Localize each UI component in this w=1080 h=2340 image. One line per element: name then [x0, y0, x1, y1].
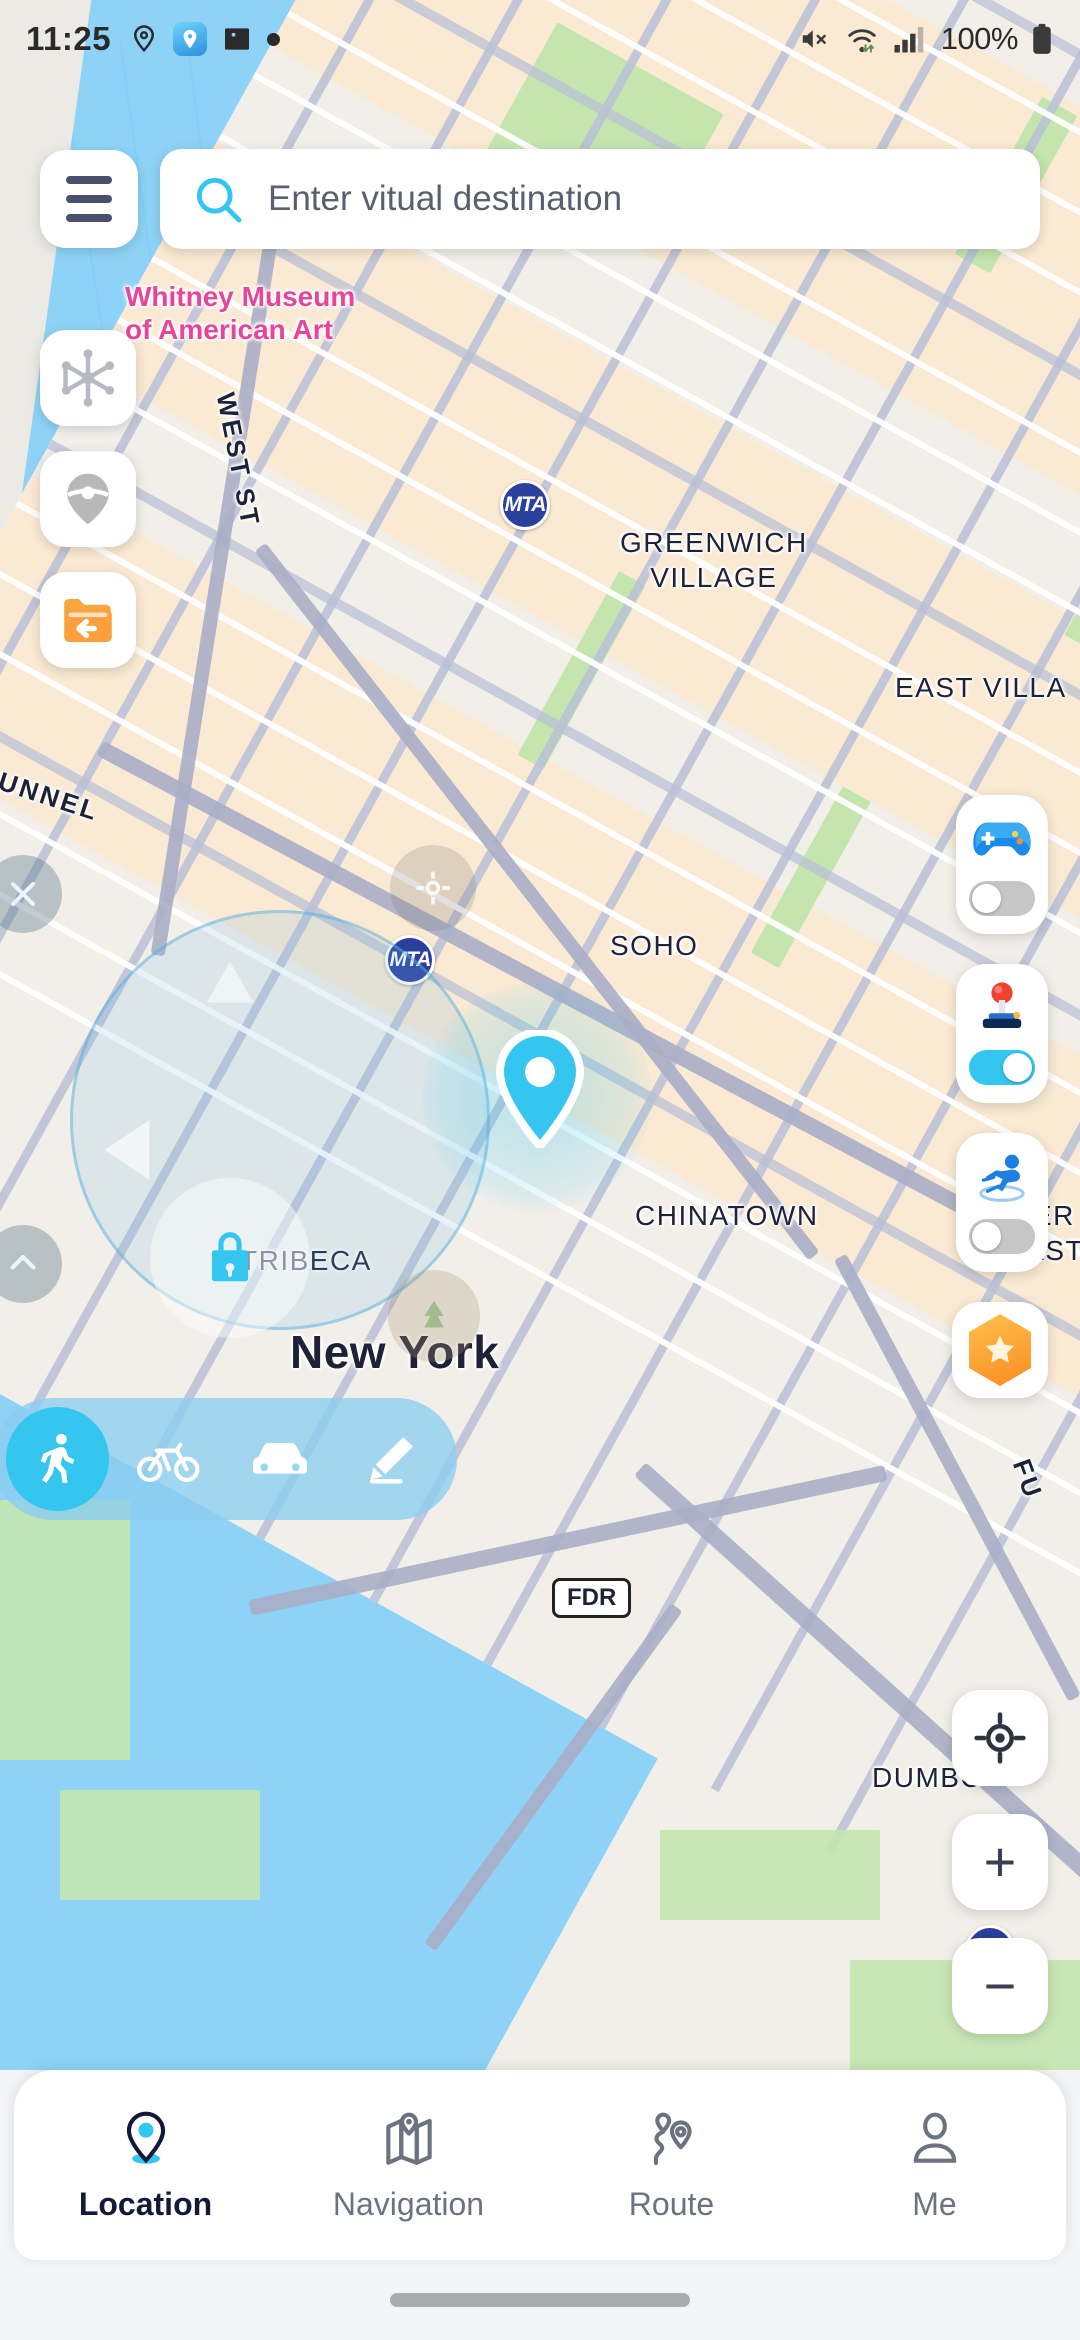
zoom-out-button[interactable]: −: [952, 1938, 1048, 2034]
nav-label-route: Route: [628, 2185, 715, 2222]
car-icon: [253, 1443, 308, 1474]
gamepad-toggle-switch[interactable]: [969, 881, 1035, 916]
snowflake-icon: [61, 349, 115, 407]
search-icon: [196, 177, 242, 223]
joystick-gamepad-toggle[interactable]: [956, 795, 1048, 934]
map-direction-arrow: [195, 950, 265, 1025]
hamburger-menu-icon: [66, 176, 112, 184]
system-gesture-area: [0, 2260, 1080, 2340]
maps-app-icon: [173, 22, 208, 56]
search-box[interactable]: Enter vitual destination: [160, 149, 1040, 249]
mode-bike-button[interactable]: [117, 1407, 220, 1511]
pokeball-pin-icon: [67, 473, 109, 525]
map-poi-marker[interactable]: [390, 845, 476, 931]
toggle-knob: [972, 884, 1001, 913]
walking-person-icon: [40, 1433, 75, 1483]
hamburger-menu-icon: [66, 195, 112, 203]
map-canvas[interactable]: Whitney Museum of American Art GREENWICH…: [0, 0, 1080, 2340]
pencil-edit-icon: [370, 1437, 414, 1484]
my-location-button[interactable]: [952, 1690, 1048, 1786]
hamburger-menu-icon: [66, 214, 112, 222]
highway-shield-fdr: FDR: [552, 1578, 632, 1618]
import-route-button[interactable]: [40, 572, 136, 668]
nav-item-navigation[interactable]: Navigation: [277, 2070, 540, 2260]
running-person-icon: [971, 1149, 1033, 1205]
wifi-icon: [847, 29, 876, 53]
status-time: 11:25: [26, 20, 112, 57]
lock-icon: [211, 1232, 249, 1282]
chevron-up-icon: [10, 1254, 36, 1270]
bottom-navigation: Location Navigation Route Me: [14, 2070, 1066, 2260]
left-tool-stack: [40, 330, 136, 668]
map-poi-marker[interactable]: [388, 1270, 480, 1362]
transit-marker-mta[interactable]: MTA: [500, 480, 550, 530]
crosshair-locate-icon: [974, 1712, 1026, 1764]
signal-bars-icon: [894, 27, 924, 53]
lock-location-button[interactable]: [150, 1178, 310, 1338]
nav-label-me: Me: [912, 2185, 957, 2222]
photo-icon: [225, 28, 250, 50]
arcade-joystick-icon: [971, 980, 1033, 1036]
nav-label-navigation: Navigation: [332, 2185, 485, 2222]
nav-label-location: Location: [78, 2185, 213, 2222]
favorites-button[interactable]: [952, 1302, 1048, 1398]
star-hexagon-icon: [969, 1314, 1031, 1386]
auto-walk-toggle[interactable]: [956, 1133, 1048, 1272]
zoom-in-button[interactable]: +: [952, 1814, 1048, 1910]
search-input[interactable]: Enter vitual destination: [268, 179, 622, 219]
map-app-screen: Whitney Museum of American Art GREENWICH…: [0, 0, 1080, 2340]
toggle-knob: [972, 1222, 1001, 1251]
joystick-toggle-switch[interactable]: [969, 1050, 1035, 1085]
bicycle-icon: [136, 1442, 200, 1483]
close-x-icon: [11, 882, 35, 906]
map-direction-arrow: [82, 1105, 172, 1200]
dot-icon: [267, 32, 281, 46]
toggle-knob: [1003, 1053, 1032, 1082]
mode-draw-button[interactable]: [340, 1407, 443, 1511]
home-gesture-bar[interactable]: [390, 2293, 690, 2307]
joystick-stick-toggle[interactable]: [956, 964, 1048, 1103]
park-tree-icon: [424, 1300, 444, 1328]
snowflake-tool-button[interactable]: [40, 330, 136, 426]
gamepad-icon: [971, 811, 1033, 867]
mode-car-button[interactable]: [229, 1407, 332, 1511]
folder-back-arrow-icon: [64, 599, 112, 643]
compass-icon: [416, 871, 450, 905]
nav-item-me[interactable]: Me: [803, 2070, 1066, 2260]
blue-location-pin-icon: [495, 1027, 585, 1153]
status-bar: 11:25 100%: [0, 0, 1080, 78]
hamburger-menu-button[interactable]: [40, 150, 138, 248]
battery-full-icon: [1033, 23, 1051, 54]
folded-map-icon: [385, 2112, 432, 2165]
right-toggle-stack: [952, 795, 1048, 1398]
map-zoom-controls: + −: [952, 1690, 1048, 2034]
auto-walk-toggle-switch[interactable]: [969, 1219, 1035, 1254]
battery-percent: 100%: [940, 21, 1019, 56]
location-pin-icon: [126, 2111, 165, 2164]
pokestop-tool-button[interactable]: [40, 451, 136, 547]
location-pin-icon: [134, 25, 155, 53]
person-account-icon: [913, 2112, 956, 2163]
status-notification-icons: [129, 22, 281, 56]
nav-item-location[interactable]: Location: [14, 2070, 277, 2260]
top-search-bar: Enter vitual destination: [0, 140, 1080, 258]
route-pins-icon: [653, 2112, 692, 2165]
status-system-icons: 100%: [797, 21, 1054, 57]
current-location-marker[interactable]: [422, 982, 652, 1212]
nav-item-route[interactable]: Route: [540, 2070, 803, 2260]
transport-mode-selector: [0, 1398, 457, 1520]
mode-walk-button[interactable]: [6, 1407, 110, 1511]
mute-icon: [802, 30, 826, 48]
